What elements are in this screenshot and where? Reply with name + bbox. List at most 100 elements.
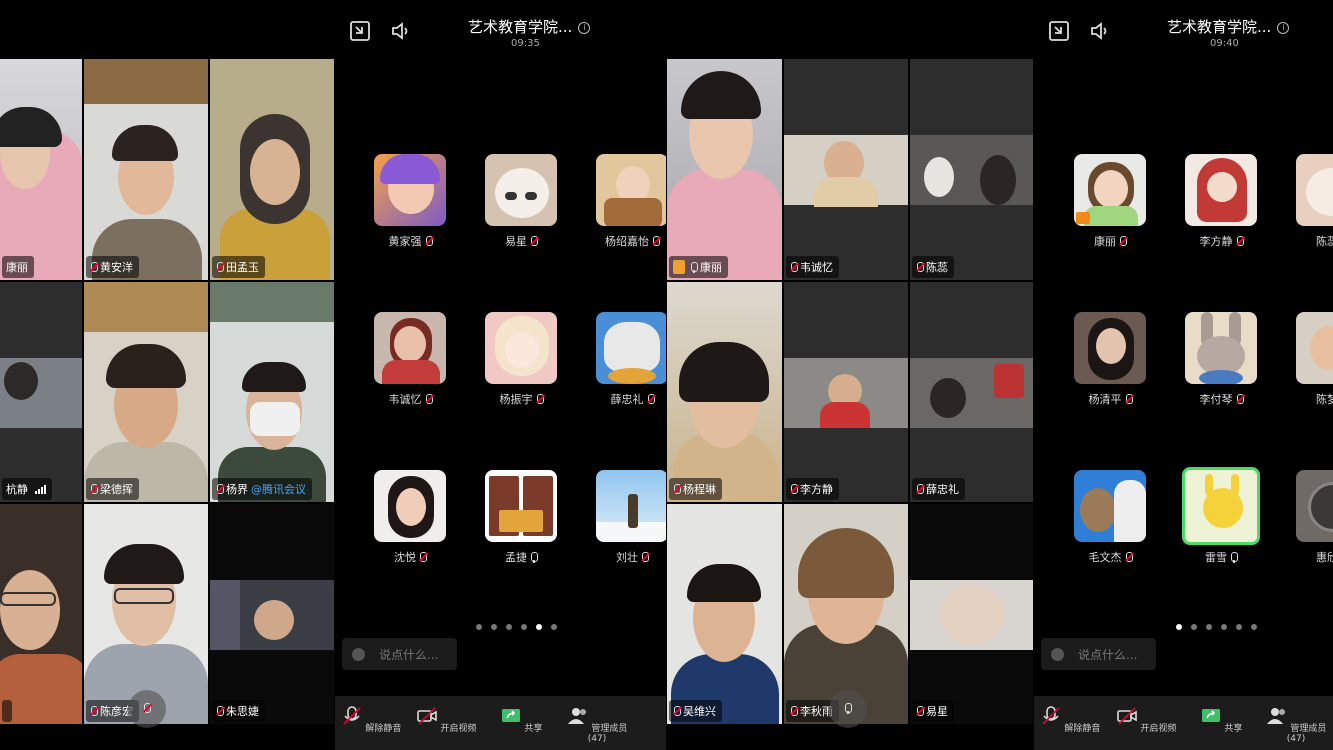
unmute-button[interactable]: 解除静音 <box>1035 706 1105 734</box>
participant-avatar[interactable]: 毛文杰 <box>1066 470 1154 565</box>
chat-input[interactable]: 说点什么... <box>1041 638 1156 670</box>
video-tile[interactable]: 黄安洋 <box>84 59 208 280</box>
participant-avatar[interactable]: 薛忠礼 <box>588 312 666 407</box>
mic-off-icon <box>90 261 98 273</box>
participant-name: 黄安洋 <box>100 261 133 274</box>
manage-members-button[interactable]: 管理成员 (47) <box>1260 706 1332 744</box>
mic-off-icon <box>916 483 924 495</box>
video-tile[interactable]: 杨界 @腾讯会议 <box>210 282 334 502</box>
chat-input[interactable]: 说点什么... <box>342 638 457 670</box>
page-indicator[interactable] <box>1176 624 1257 630</box>
participant-label: 李方静 <box>786 478 839 500</box>
participant-name: 朱思婕 <box>226 705 259 718</box>
participant-avatar[interactable]: 杨清平 <box>1066 312 1154 407</box>
chat-placeholder: 说点什么... <box>1078 647 1138 662</box>
participant-name: 康丽 <box>1094 235 1116 248</box>
participant-name: 刘壮 <box>616 551 638 564</box>
page-dot[interactable] <box>551 624 557 630</box>
page-dot-active[interactable] <box>1176 624 1182 630</box>
share-icon <box>501 709 520 722</box>
participant-name: 梁德挥 <box>100 483 133 496</box>
video-tile[interactable]: 陈蕊 <box>910 59 1033 280</box>
video-tile[interactable]: 薛忠礼 <box>910 282 1033 502</box>
start-video-button[interactable]: 开启视频 <box>411 706 481 734</box>
meeting-title[interactable]: 艺术教育学院... i <box>1167 16 1290 37</box>
video-tile[interactable]: 李方静 <box>784 282 908 502</box>
participant-label: 康丽 <box>2 256 34 278</box>
emoji-icon[interactable] <box>352 647 365 661</box>
share-button[interactable]: 共享 <box>1186 706 1256 734</box>
page-dot[interactable] <box>1251 624 1257 630</box>
participant-avatar[interactable]: 李付琴 <box>1177 312 1265 407</box>
participant-name: 陈梦 <box>1316 393 1333 406</box>
participant-avatar[interactable]: 韦诚忆 <box>366 312 454 407</box>
meeting-title[interactable]: 艺术教育学院... i <box>468 16 591 37</box>
mic-off-icon <box>1041 706 1060 725</box>
video-tile[interactable]: 吴维兴 <box>667 504 782 724</box>
video-tile[interactable]: 朱思婕 <box>210 504 334 724</box>
participant-name: 黄家强 <box>388 235 422 248</box>
page-dot[interactable] <box>476 624 482 630</box>
video-tile[interactable]: 易星 <box>910 504 1033 724</box>
speaker-icon[interactable] <box>1089 20 1111 42</box>
participant-name: 雷雪 <box>1205 551 1227 564</box>
page-dot[interactable] <box>1221 624 1227 630</box>
participant-avatar[interactable]: 杨振宇 <box>477 312 565 407</box>
unmute-button[interactable]: 解除静音 <box>336 706 406 734</box>
screenshot-collage: 康丽 黄安洋 田孟玉 杭静 梁德挥 杨界 @腾讯会议 陈彦宏 朱思婕 艺术教育学… <box>0 0 1333 750</box>
page-dot[interactable] <box>506 624 512 630</box>
participant-avatar[interactable]: 陈蕊 <box>1288 154 1333 249</box>
participant-avatar[interactable]: 沈悦 <box>366 470 454 565</box>
floating-mic-button[interactable] <box>128 690 166 728</box>
video-tile[interactable]: 康丽 <box>0 59 82 280</box>
video-tile[interactable]: 田孟玉 <box>210 59 334 280</box>
emoji-icon[interactable] <box>1051 647 1064 661</box>
page-dot[interactable] <box>521 624 527 630</box>
video-tile[interactable]: 康丽 <box>667 59 782 280</box>
participant-avatar[interactable]: 康丽 <box>1066 154 1154 249</box>
page-dot-active[interactable] <box>536 624 542 630</box>
mic-off-icon <box>419 551 427 563</box>
participant-avatar[interactable]: 李方静 <box>1177 154 1265 249</box>
speaker-icon[interactable] <box>390 20 412 42</box>
start-video-button[interactable]: 开启视频 <box>1111 706 1181 734</box>
video-tile[interactable]: 梁德挥 <box>84 282 208 502</box>
participant-avatar[interactable]: 杨绍嘉怡 <box>588 154 666 249</box>
info-icon[interactable]: i <box>578 22 591 34</box>
minimize-icon[interactable] <box>1048 20 1070 42</box>
video-tile[interactable]: 杨程琳 <box>667 282 782 502</box>
page-dot[interactable] <box>491 624 497 630</box>
participant-avatar[interactable]: 易星 <box>477 154 565 249</box>
participant-label: 易星 <box>912 700 954 722</box>
mic-off-icon <box>530 235 538 247</box>
page-dot[interactable] <box>1206 624 1212 630</box>
participant-avatar-speaking[interactable]: 雷雪 <box>1177 467 1265 565</box>
participant-label: 黄安洋 <box>86 256 139 278</box>
participant-name: 陈蕊 <box>1316 235 1333 248</box>
participant-avatar[interactable]: 孟捷 <box>477 470 565 565</box>
mic-off-icon <box>1125 551 1133 563</box>
minimize-icon[interactable] <box>349 20 371 42</box>
participant-name: 孟捷 <box>505 551 527 564</box>
unmute-label: 解除静音 <box>1064 724 1101 734</box>
info-icon[interactable]: i <box>1277 22 1290 34</box>
video-tile[interactable]: 韦诚忆 <box>784 59 908 280</box>
page-dot[interactable] <box>1191 624 1197 630</box>
video-tile[interactable]: 杭静 <box>0 282 82 502</box>
page-dot[interactable] <box>1236 624 1242 630</box>
meeting-title-text: 艺术教育学院... <box>468 18 573 36</box>
participant-avatar[interactable]: 黄家强 <box>366 154 454 249</box>
meeting-title-text: 艺术教育学院... <box>1167 18 1272 36</box>
share-button[interactable]: 共享 <box>486 706 556 734</box>
participant-avatar[interactable]: 陈梦 <box>1288 312 1333 407</box>
manage-members-button[interactable]: 管理成员 (47) <box>561 706 633 744</box>
floating-mic-button[interactable] <box>829 690 867 728</box>
participant-avatar[interactable]: 刘壮 <box>588 470 666 565</box>
participant-label <box>2 700 12 722</box>
speaking-icon <box>673 260 685 274</box>
mic-off-icon <box>673 483 681 495</box>
page-indicator[interactable] <box>476 624 557 630</box>
participant-avatar[interactable]: 惠欣 <box>1288 470 1333 565</box>
mic-off-icon <box>916 261 924 273</box>
video-tile[interactable] <box>0 504 82 724</box>
